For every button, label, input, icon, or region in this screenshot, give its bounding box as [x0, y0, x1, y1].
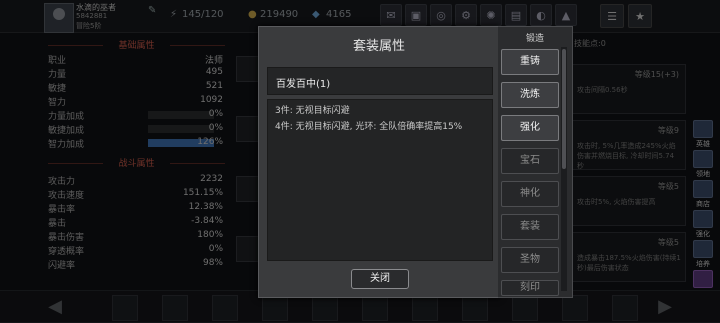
tab-deify[interactable]: 神化 [501, 181, 559, 207]
close-button[interactable]: 关闭 [351, 269, 409, 289]
tab-refine[interactable]: 洗炼 [501, 82, 559, 108]
set-bonus-3: 3件: 无视目标闪避 [275, 106, 350, 116]
forge-title: 锻造 [525, 34, 544, 44]
forge-tabs: 锻造 重铸 洗炼 强化 宝石 神化 套装 圣物 刻印 [498, 26, 573, 298]
set-description: 3件: 无视目标闪避 4件: 无视目标闪避, 光环: 全队倍确率提高15% [267, 99, 493, 261]
set-name: 百发百中(1) [276, 79, 331, 90]
set-attributes-dialog: 套装属性 百发百中(1) 3件: 无视目标闪避 4件: 无视目标闪避, 光环: … [258, 26, 500, 298]
set-bonus-4: 4件: 无视目标闪避, 光环: 全队倍确率提高15% [275, 122, 463, 132]
tab-engrave[interactable]: 刻印 [501, 280, 559, 296]
tab-gem[interactable]: 宝石 [501, 148, 559, 174]
tab-enhance[interactable]: 强化 [501, 115, 559, 141]
tabs-scrollbar[interactable] [561, 47, 567, 291]
set-name-box: 百发百中(1) [267, 67, 493, 95]
scrollbar-thumb[interactable] [562, 49, 566, 169]
tab-relic[interactable]: 圣物 [501, 247, 559, 273]
dialog-title: 套装属性 [352, 39, 405, 54]
tab-set[interactable]: 套装 [501, 214, 559, 240]
tab-recast[interactable]: 重铸 [501, 49, 559, 75]
